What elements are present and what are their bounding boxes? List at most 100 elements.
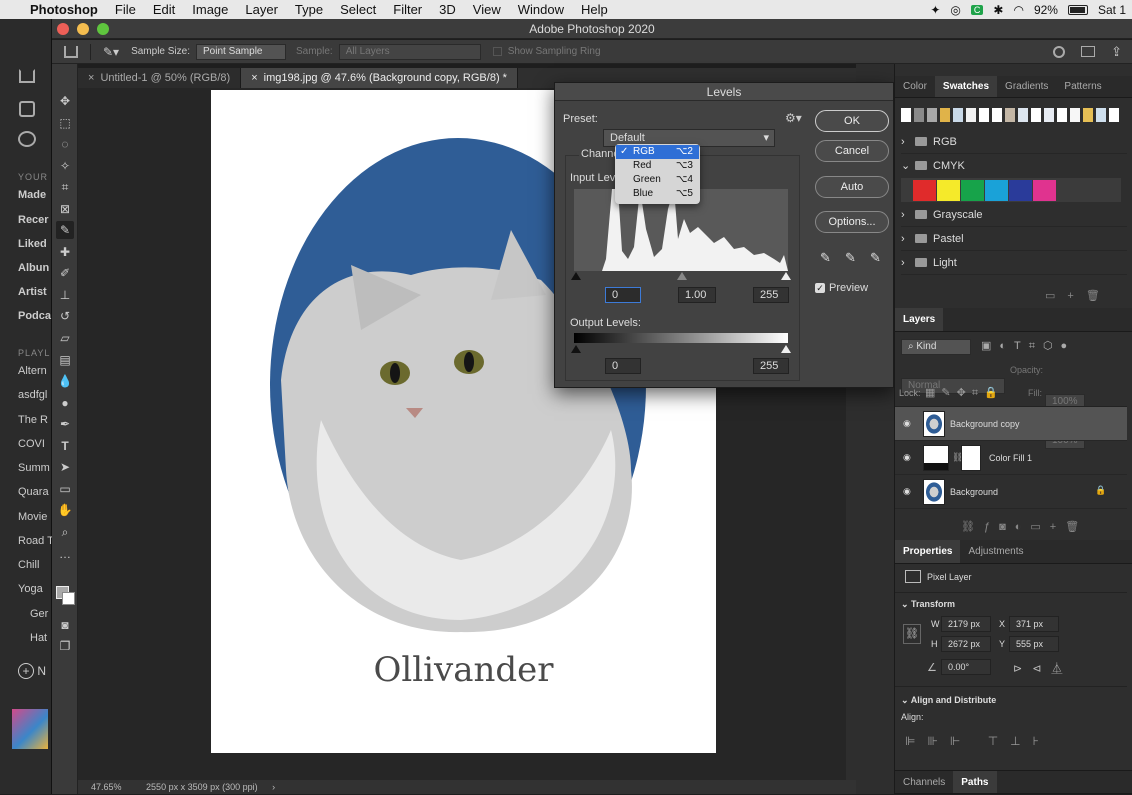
swatch-folder-pastel[interactable]: › Pastel [901, 227, 1127, 251]
swatch-panel-footer-icons[interactable]: ▭+🗑 [1045, 289, 1112, 302]
swatch-folder-cmyk[interactable]: ⌄ CMYK [901, 154, 1127, 178]
magic-wand-tool-icon[interactable]: ✧ [56, 157, 74, 175]
recent-swatch[interactable] [1018, 108, 1028, 122]
output-white-field[interactable] [753, 358, 789, 374]
cmyk-swatch-magenta[interactable] [1033, 180, 1056, 201]
home-icon[interactable] [64, 45, 78, 58]
layer-filter-icons[interactable]: ▣◐T⌗⬡● [981, 339, 1075, 353]
black-point-eyedropper-icon[interactable]: ✎ [820, 250, 831, 266]
music-nav-artists[interactable]: Artist [18, 286, 52, 298]
x-field[interactable]: 371 px [1009, 616, 1059, 632]
tab-swatches[interactable]: Swatches [934, 76, 998, 97]
now-playing-artwork[interactable] [12, 709, 48, 749]
quick-mask-icon[interactable]: ◙ [56, 616, 74, 634]
recent-swatch[interactable] [901, 108, 911, 122]
music-nav-liked[interactable]: Liked [18, 238, 52, 250]
playlist-item[interactable]: Altern [18, 365, 52, 377]
zoom-level[interactable]: 47.65% [91, 782, 122, 792]
history-brush-tool-icon[interactable]: ↺ [56, 307, 74, 325]
lock-icon[interactable]: 🔒 [1095, 485, 1106, 496]
cmyk-swatch-blue[interactable] [1009, 180, 1032, 201]
tab-color[interactable]: Color [895, 76, 935, 97]
input-gamma-field[interactable] [678, 287, 716, 303]
crop-tool-icon[interactable]: ⌗ [56, 178, 74, 196]
rectangle-tool-icon[interactable]: ▭ [56, 480, 74, 498]
screen-mode-icon[interactable]: ❐ [56, 637, 74, 655]
tab-layers[interactable]: Layers [895, 308, 944, 331]
channel-option-rgb[interactable]: ✓ RGB ⌥2 [616, 145, 699, 159]
tab-gradients[interactable]: Gradients [997, 76, 1056, 97]
recent-swatch[interactable] [1096, 108, 1106, 122]
layer-row[interactable]: ◉ Background copy [895, 407, 1127, 441]
clock[interactable]: Sat 1 [1098, 3, 1126, 17]
type-tool-icon[interactable]: T [56, 437, 74, 455]
input-black-slider[interactable] [571, 272, 581, 280]
more-tools-icon[interactable]: … [56, 545, 74, 563]
minimize-window-button[interactable] [77, 23, 89, 35]
tab-channels[interactable]: Channels [895, 771, 953, 793]
eyedropper-tool-icon[interactable]: ✎ [56, 221, 74, 239]
tab-properties[interactable]: Properties [895, 540, 961, 563]
channel-option-green[interactable]: Green ⌥4 [616, 173, 699, 187]
recent-swatch[interactable] [1031, 108, 1041, 122]
recent-swatch[interactable] [1005, 108, 1015, 122]
menu-image[interactable]: Image [192, 2, 228, 17]
align-buttons[interactable]: ⊫⊪⊩ ⊤⊥⊦ [905, 734, 1051, 748]
workspace-icon[interactable] [1081, 46, 1096, 57]
transform-section[interactable]: ⌄ Transform [901, 599, 955, 610]
show-sampling-ring-checkbox[interactable] [492, 47, 502, 56]
visibility-eye-icon[interactable]: ◉ [903, 486, 911, 497]
white-point-eyedropper-icon[interactable]: ✎ [870, 250, 881, 266]
recent-swatch[interactable] [1083, 108, 1093, 122]
music-nav-albums[interactable]: Albun [18, 262, 52, 274]
radio-icon[interactable] [19, 101, 35, 117]
ok-button[interactable]: OK [815, 110, 889, 132]
cmyk-swatch-green[interactable] [961, 180, 984, 201]
lock-icons[interactable]: ▦✎✥⌗🔒 [925, 386, 1004, 400]
menu-file[interactable]: File [115, 2, 136, 17]
sample-select[interactable]: All Layers [338, 43, 481, 60]
channel-option-blue[interactable]: Blue ⌥5 [616, 187, 699, 201]
healing-brush-tool-icon[interactable]: ✚ [56, 243, 74, 261]
playlist-item[interactable]: Movie [18, 511, 52, 523]
playlist-item[interactable]: Quara [18, 486, 52, 498]
align-section[interactable]: ⌄ Align and Distribute [901, 695, 996, 706]
swatch-folder-rgb[interactable]: › RGB [901, 130, 1127, 154]
playlist-item[interactable]: The R [18, 414, 52, 426]
playlist-item[interactable]: asdfgl [18, 389, 52, 401]
music-nav-made[interactable]: Made [18, 189, 52, 201]
app-menu[interactable]: Photoshop [30, 2, 98, 17]
eyedropper-preset-icon[interactable]: ✎▾ [103, 45, 119, 59]
menu-layer[interactable]: Layer [245, 2, 278, 17]
dodge-tool-icon[interactable]: ● [56, 394, 74, 412]
sample-size-select[interactable]: Point Sample [196, 43, 286, 60]
playlist-item[interactable]: Summ [18, 462, 52, 474]
visibility-eye-icon[interactable]: ◉ [903, 452, 911, 463]
creative-cloud-icon[interactable]: ◎ [950, 3, 960, 17]
menu-view[interactable]: View [473, 2, 501, 17]
music-nav-podcasts[interactable]: Podca [18, 310, 52, 322]
path-selection-tool-icon[interactable]: ➤ [56, 458, 74, 476]
width-field[interactable]: 2179 px [941, 616, 991, 632]
link-dimensions-icon[interactable]: ⛓ [903, 624, 921, 644]
pen-tool-icon[interactable]: ✒ [56, 415, 74, 433]
recent-swatch[interactable] [979, 108, 989, 122]
menu-filter[interactable]: Filter [393, 2, 422, 17]
height-field[interactable]: 2672 px [941, 636, 991, 652]
recent-swatch[interactable] [992, 108, 1002, 122]
recent-swatch[interactable] [927, 108, 937, 122]
menu-help[interactable]: Help [581, 2, 608, 17]
input-gamma-slider[interactable] [677, 272, 687, 280]
layer-filter-kind-select[interactable]: ⌕ Kind [901, 339, 971, 355]
layer-row[interactable]: ◉ Background 🔒 [895, 475, 1127, 509]
app-status-icon[interactable]: C [970, 4, 984, 15]
flip-icons[interactable]: ⊳⊲⏅ [1013, 660, 1072, 676]
bluetooth-icon[interactable]: ✱ [993, 3, 1003, 17]
blur-tool-icon[interactable]: 💧 [56, 372, 74, 390]
search-icon[interactable] [1053, 45, 1066, 58]
zoom-tool-icon[interactable]: ⌕ [56, 523, 74, 541]
menu-select[interactable]: Select [340, 2, 376, 17]
cmyk-swatch-yellow[interactable] [937, 180, 960, 201]
eraser-tool-icon[interactable]: ▱ [56, 329, 74, 347]
recent-swatch[interactable] [1109, 108, 1119, 122]
